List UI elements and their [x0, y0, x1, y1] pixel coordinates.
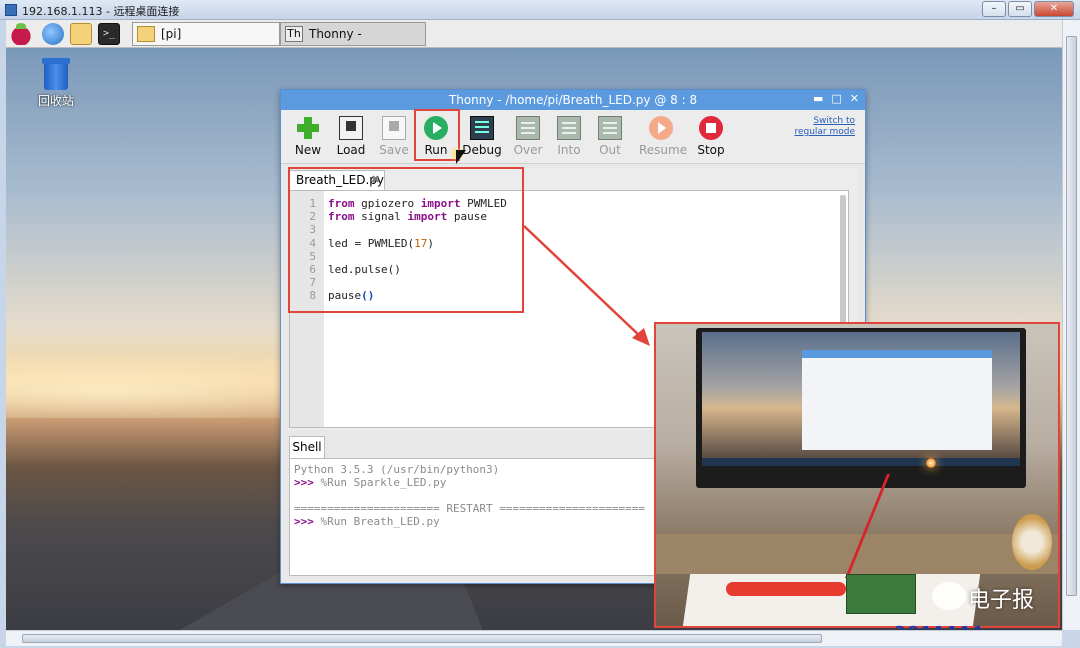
thonny-maximize-button[interactable]: □	[831, 92, 841, 105]
brand-watermark: 电子报	[968, 588, 1035, 613]
stop-icon	[699, 116, 723, 140]
save-icon	[382, 116, 406, 140]
minimize-button[interactable]: –	[982, 1, 1006, 17]
step-out-button-label: Out	[599, 143, 621, 157]
monitor-screen	[702, 332, 1020, 458]
file-manager-icon[interactable]	[70, 23, 92, 45]
step-out-button[interactable]: Out	[589, 116, 631, 162]
code-highlight-box	[288, 167, 524, 313]
step-into-button-label: Into	[557, 143, 581, 157]
step-over-icon	[516, 116, 540, 140]
wechat-icon	[932, 582, 966, 610]
vertical-scrollbar[interactable]	[1062, 20, 1080, 630]
raspberry-pi-board	[846, 574, 916, 614]
thonny-icon: Th	[285, 26, 303, 42]
toolbar: New Load Save Run Debug Over Into Out Re…	[281, 110, 865, 164]
shell-line: ====================== RESTART =========…	[294, 502, 645, 515]
plus-icon	[296, 116, 320, 140]
shell-line: >>> %Run Sparkle_LED.py	[294, 476, 447, 489]
thonny-close-button[interactable]: ✕	[850, 92, 859, 105]
resume-button-label: Resume	[639, 143, 688, 157]
trash-label: 回收站	[37, 94, 74, 108]
new-button[interactable]: New	[287, 116, 329, 162]
shell-line: >>> %Run Breath_LED.py	[294, 515, 440, 528]
step-out-icon	[598, 116, 622, 140]
switch-mode-line1: Switch to	[813, 116, 855, 126]
stop-button-label: Stop	[697, 143, 725, 157]
shell-tab[interactable]: Shell	[289, 436, 325, 458]
speaker	[1012, 514, 1052, 570]
save-button[interactable]: Save	[373, 116, 415, 162]
terminal-icon[interactable]: >_	[98, 23, 120, 45]
remote-desktop-icon	[5, 4, 17, 16]
taskbar-panel: >_ [pi] Th Thonny - /home/pi/...	[6, 20, 1062, 63]
step-over-button[interactable]: Over	[507, 116, 549, 162]
remote-desktop-title: 192.168.1.113 - 远程桌面连接	[22, 5, 180, 18]
step-into-icon	[557, 116, 581, 140]
raspberry-menu-icon[interactable]	[10, 23, 32, 45]
maximize-button[interactable]: ▭	[1008, 1, 1032, 17]
remote-desktop-titlebar: 192.168.1.113 - 远程桌面连接 – ▭ ✕	[0, 0, 1080, 20]
thonny-title: Thonny - /home/pi/Breath_LED.py @ 8 : 8	[448, 93, 698, 107]
switch-mode-link[interactable]: Switch to regular mode	[794, 116, 855, 138]
load-icon	[339, 116, 363, 140]
led-light	[926, 458, 936, 468]
taskbar-item-label: [pi]	[161, 27, 182, 41]
stop-button[interactable]: Stop	[690, 116, 732, 162]
thonny-titlebar: Thonny - /home/pi/Breath_LED.py @ 8 : 8 …	[281, 90, 865, 110]
switch-mode-line2: regular mode	[794, 127, 855, 137]
resume-button[interactable]: Resume	[639, 116, 688, 162]
resume-icon	[649, 116, 673, 140]
taskbar-item-thonny[interactable]: Th Thonny - /home/pi/...	[280, 22, 426, 63]
shell-line: Python 3.5.3 (/usr/bin/python3)	[294, 463, 500, 476]
trash-icon[interactable]	[40, 58, 72, 90]
close-button[interactable]: ✕	[1034, 1, 1074, 17]
taskbar-item-file-manager[interactable]: [pi]	[132, 22, 280, 46]
step-into-button[interactable]: Into	[548, 116, 590, 162]
step-over-button-label: Over	[513, 143, 543, 157]
debug-icon	[470, 116, 494, 140]
horizontal-scrollbar[interactable]	[6, 630, 1062, 646]
folder-icon	[137, 26, 155, 42]
led-photo: 电子报	[654, 322, 1060, 628]
box-label-band	[726, 582, 846, 596]
load-button-label: Load	[336, 143, 366, 157]
monitor-taskbar	[702, 458, 1020, 466]
save-button-label: Save	[379, 143, 409, 157]
new-button-label: New	[294, 143, 322, 157]
remote-desktop-controls: – ▭ ✕	[982, 1, 1074, 17]
mouse-cursor-icon	[456, 150, 470, 168]
web-browser-icon[interactable]	[42, 23, 64, 45]
thonny-minimize-button[interactable]: ▬	[813, 92, 823, 105]
thonny-on-monitor	[802, 350, 992, 450]
load-button[interactable]: Load	[330, 116, 372, 162]
thonny-window-controls: ▬ □ ✕	[813, 92, 859, 105]
